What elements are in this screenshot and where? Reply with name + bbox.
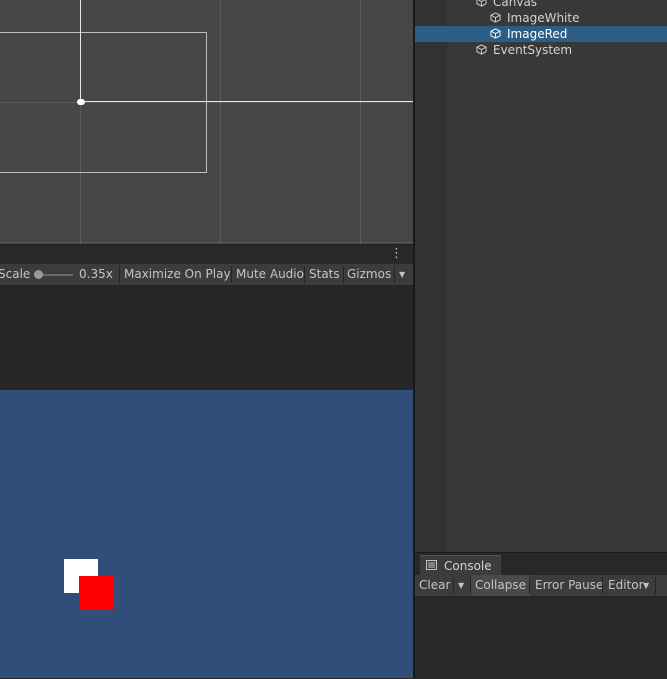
mute-audio-toggle[interactable]: Mute Audio (236, 264, 304, 285)
toolbar-divider (343, 266, 344, 283)
toolbar-divider (453, 577, 454, 594)
clear-options-dropdown-icon[interactable]: ▼ (458, 575, 464, 596)
more-options-icon[interactable]: ⋮ (390, 247, 403, 261)
hierarchy-item-label: ImageWhite (507, 11, 580, 25)
scale-label: Scale (0, 267, 31, 281)
game-view-toolbar: Scale 0.35x Maximize On Play Mute Audio … (0, 264, 413, 286)
editor-target-dropdown[interactable]: Editor (608, 575, 644, 596)
editor-dropdown-icon[interactable]: ▼ (643, 575, 649, 596)
gameobject-cube-icon (476, 0, 487, 7)
toolbar-divider (304, 266, 305, 283)
toolbar-divider (231, 266, 232, 283)
console-panel: Console Clear ▼ Collapse Error Pause Edi… (415, 552, 667, 679)
gameobject-cube-icon (490, 12, 501, 23)
toolbar-divider (529, 577, 530, 594)
rect-tool-horizontal-line (80, 101, 413, 102)
toolbar-divider (119, 266, 120, 283)
console-toolbar: Clear ▼ Collapse Error Pause Editor ▼ (415, 575, 667, 597)
game-view-tabbar: ⋮ (0, 244, 413, 265)
rect-tool-vertical-line (80, 0, 81, 102)
clear-button[interactable]: Clear (419, 575, 450, 596)
toolbar-divider (394, 266, 395, 283)
expand-arrow-icon[interactable]: ▼ (464, 0, 471, 4)
console-icon (426, 560, 437, 570)
maximize-on-play-toggle[interactable]: Maximize On Play (124, 264, 231, 285)
hierarchy-item-canvas[interactable]: ▼ Canvas (415, 0, 667, 10)
hierarchy-item-eventsystem[interactable]: EventSystem (415, 42, 667, 58)
hierarchy-panel: ▼ Canvas ImageWhite ImageRed EventSystem (415, 0, 667, 552)
scale-slider-track[interactable] (38, 274, 73, 276)
hierarchy-item-label: ImageRed (507, 27, 568, 41)
hierarchy-item-label: EventSystem (493, 43, 573, 57)
gameobject-cube-icon (476, 44, 487, 55)
canvas-rect-outline (0, 32, 207, 173)
collapse-toggle[interactable]: Collapse (471, 575, 530, 596)
pivot-handle[interactable] (77, 99, 85, 105)
tab-console[interactable]: Console (420, 555, 501, 576)
error-pause-toggle[interactable]: Error Pause (535, 575, 603, 596)
image-red-object (79, 576, 114, 610)
hierarchy-item-imagered[interactable]: ImageRed (415, 26, 667, 42)
gameobject-cube-icon (490, 28, 501, 39)
console-log-area[interactable] (415, 597, 667, 679)
tab-label: Console (444, 559, 492, 573)
toolbar-divider (602, 577, 603, 594)
game-view-letterbox (0, 286, 413, 390)
scale-slider-thumb[interactable] (34, 270, 43, 279)
toolbar-divider (655, 577, 656, 594)
stats-toggle[interactable]: Stats (309, 264, 340, 285)
scale-value: 0.35x (79, 267, 113, 281)
gizmos-dropdown-icon[interactable]: ▼ (399, 264, 405, 285)
hierarchy-item-imagewhite[interactable]: ImageWhite (415, 10, 667, 26)
scene-view[interactable] (0, 0, 413, 244)
hierarchy-gutter (415, 0, 447, 552)
game-view-display[interactable] (0, 390, 413, 678)
hierarchy-item-label: Canvas (493, 0, 538, 9)
gizmos-toggle[interactable]: Gizmos (347, 264, 391, 285)
